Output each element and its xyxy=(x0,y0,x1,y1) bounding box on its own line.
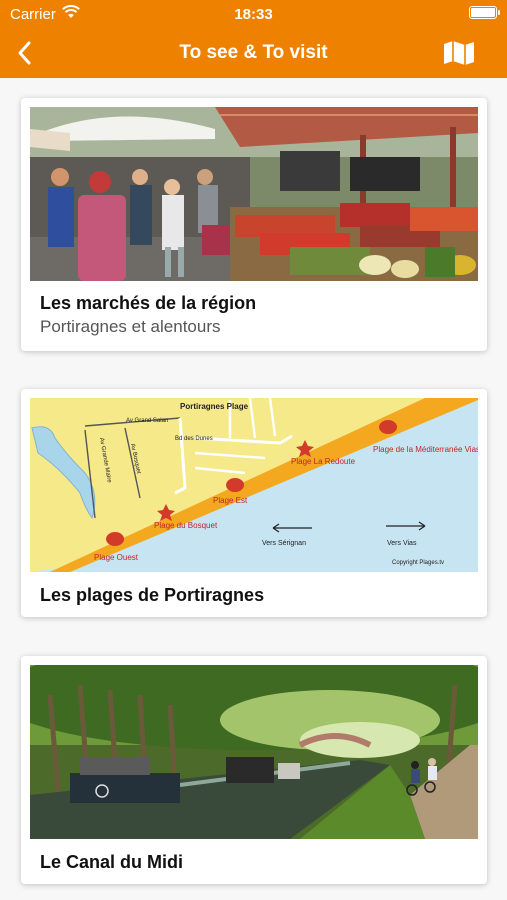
attractions-list: Les marchés de la région Portiragnes et … xyxy=(0,78,507,900)
beach-map: Portiragnes Plage Av Grand Salan Av Gran… xyxy=(30,398,478,572)
status-bar: Carrier 18:33 xyxy=(0,0,507,28)
clock: 18:33 xyxy=(234,6,273,23)
map-direction-label: Vers Sérignan xyxy=(262,540,306,547)
map-beach-label: Plage du Bosquet xyxy=(154,521,218,530)
map-beach-label: Plage La Redoute xyxy=(291,457,356,466)
market-photo xyxy=(30,107,478,281)
item-subtitle: Portiragnes et alentours xyxy=(40,317,221,336)
list-item[interactable]: Le Canal du Midi xyxy=(21,656,487,884)
map-beach-label: Plage de la Méditerranée Vias xyxy=(373,445,478,454)
item-title: Le Canal du Midi xyxy=(40,852,184,872)
list-item[interactable]: Les marchés de la région Portiragnes et … xyxy=(21,98,487,351)
map-beach-label: Plage Ouest xyxy=(94,553,139,562)
map-road-label: Av Grand Salan xyxy=(126,418,168,424)
map-beach-label: Plage Est xyxy=(213,496,248,505)
list-item[interactable]: Portiragnes Plage Av Grand Salan Av Gran… xyxy=(21,389,487,617)
map-place-label: Portiragnes Plage xyxy=(180,402,249,411)
item-title: Les marchés de la région xyxy=(40,293,257,313)
map-copyright: Copyright Plages.tv xyxy=(392,560,444,566)
canal-photo xyxy=(30,665,478,839)
navigation-bar: To see & To visit xyxy=(0,28,507,78)
map-road-label: Bd des Dunes xyxy=(175,436,213,442)
battery-icon xyxy=(469,6,500,19)
page-title: To see & To visit xyxy=(179,42,328,63)
map-icon[interactable] xyxy=(443,39,475,67)
map-direction-label: Vers Vias xyxy=(387,540,417,547)
item-title: Les plages de Portiragnes xyxy=(40,585,265,605)
